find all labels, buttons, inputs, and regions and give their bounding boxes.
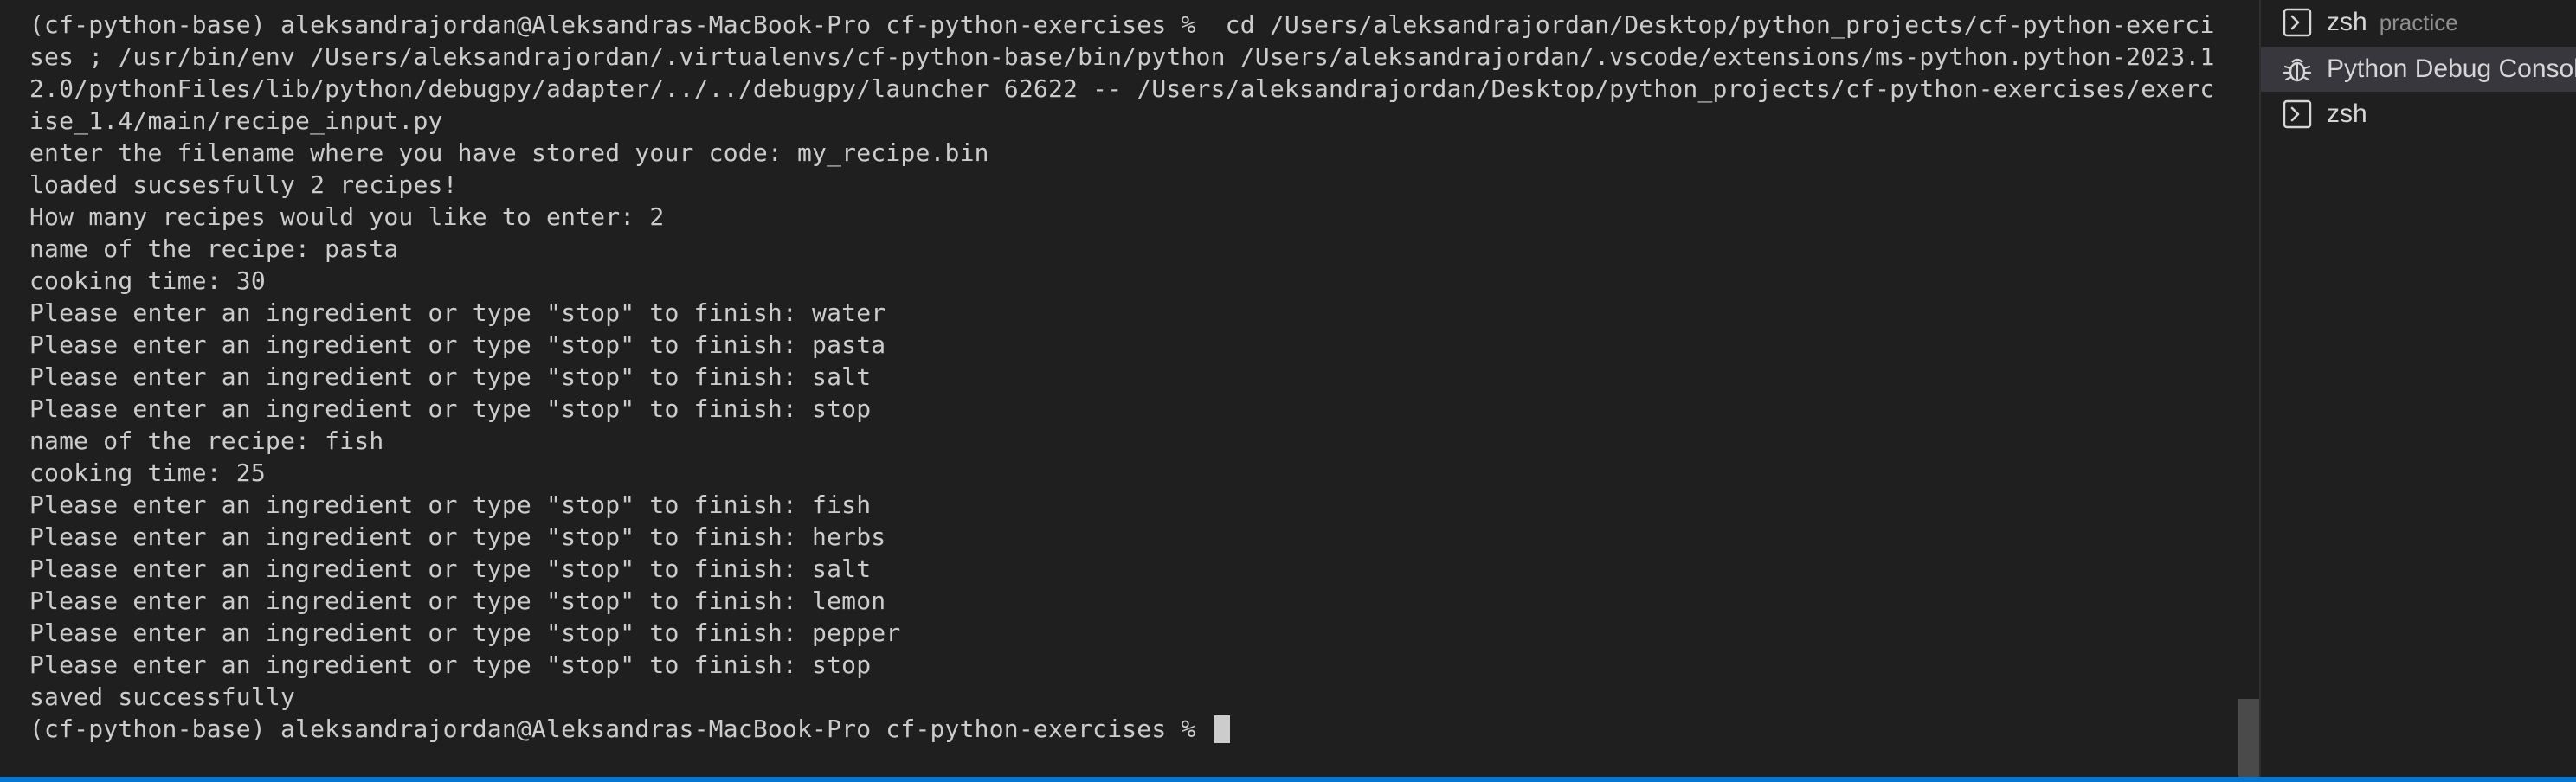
terminal-line: enter the filename where you have stored… (29, 138, 989, 167)
terminal-line: Please enter an ingredient or type "stop… (29, 554, 872, 583)
terminal-line: ise_1.4/main/recipe_input.py (29, 106, 443, 135)
terminal-scrollbar-thumb[interactable] (2238, 699, 2259, 777)
terminal-line: Please enter an ingredient or type "stop… (29, 651, 872, 679)
terminal-line: Please enter an ingredient or type "stop… (29, 522, 886, 551)
terminal-line: (cf-python-base) aleksandrajordan@Aleksa… (29, 10, 2215, 39)
terminal-tab-sublabel: practice (2379, 9, 2458, 35)
terminal-line: cooking time: 30 (29, 266, 266, 295)
terminal-line: Please enter an ingredient or type "stop… (29, 394, 872, 423)
terminal-tab-label: zsh (2327, 8, 2367, 36)
terminal-icon (2282, 99, 2313, 130)
terminal-tab-python-debug-console[interactable]: Python Debug Console (2261, 47, 2576, 92)
status-bar-edge (0, 777, 2576, 782)
terminal-cursor (1214, 715, 1230, 743)
terminal-line: Please enter an ingredient or type "stop… (29, 330, 886, 359)
terminal-line: Please enter an ingredient or type "stop… (29, 490, 872, 519)
terminal-line: loaded sucsesfully 2 recipes! (29, 170, 458, 199)
terminal-prompt-line[interactable]: (cf-python-base) aleksandrajordan@Aleksa… (29, 713, 2215, 745)
terminal-line: name of the recipe: fish (29, 426, 384, 455)
terminal-line: Please enter an ingredient or type "stop… (29, 619, 901, 647)
terminal-line: Please enter an ingredient or type "stop… (29, 586, 886, 615)
terminal-scrollbar-track[interactable] (2238, 0, 2259, 777)
terminal-list-panel: zsh practice Python Debug Console zsh (2261, 0, 2576, 777)
terminal-prompt: (cf-python-base) aleksandrajordan@Aleksa… (29, 715, 1211, 743)
terminal-lines: (cf-python-base) aleksandrajordan@Aleksa… (29, 9, 2215, 745)
terminal-tab-zsh[interactable]: zsh (2261, 92, 2576, 137)
terminal-line: cooking time: 25 (29, 458, 266, 487)
terminal-line: Please enter an ingredient or type "stop… (29, 298, 886, 327)
debug-icon (2282, 54, 2313, 85)
terminal-line: How many recipes would you like to enter… (29, 202, 665, 231)
terminal-line: saved successfully (29, 683, 296, 711)
terminal-icon (2282, 7, 2313, 38)
terminal-line: ses ; /usr/bin/env /Users/aleksandrajord… (29, 42, 2215, 71)
terminal-tab-label: zsh (2327, 99, 2367, 128)
terminal-tab-zsh-practice[interactable]: zsh practice (2261, 0, 2576, 45)
terminal-line: Please enter an ingredient or type "stop… (29, 362, 872, 391)
terminal-output[interactable]: (cf-python-base) aleksandrajordan@Aleksa… (0, 0, 2244, 777)
terminal-line: 2.0/pythonFiles/lib/python/debugpy/adapt… (29, 74, 2215, 103)
terminal-tab-label: Python Debug Console (2327, 54, 2576, 83)
terminal-line: name of the recipe: pasta (29, 234, 399, 263)
